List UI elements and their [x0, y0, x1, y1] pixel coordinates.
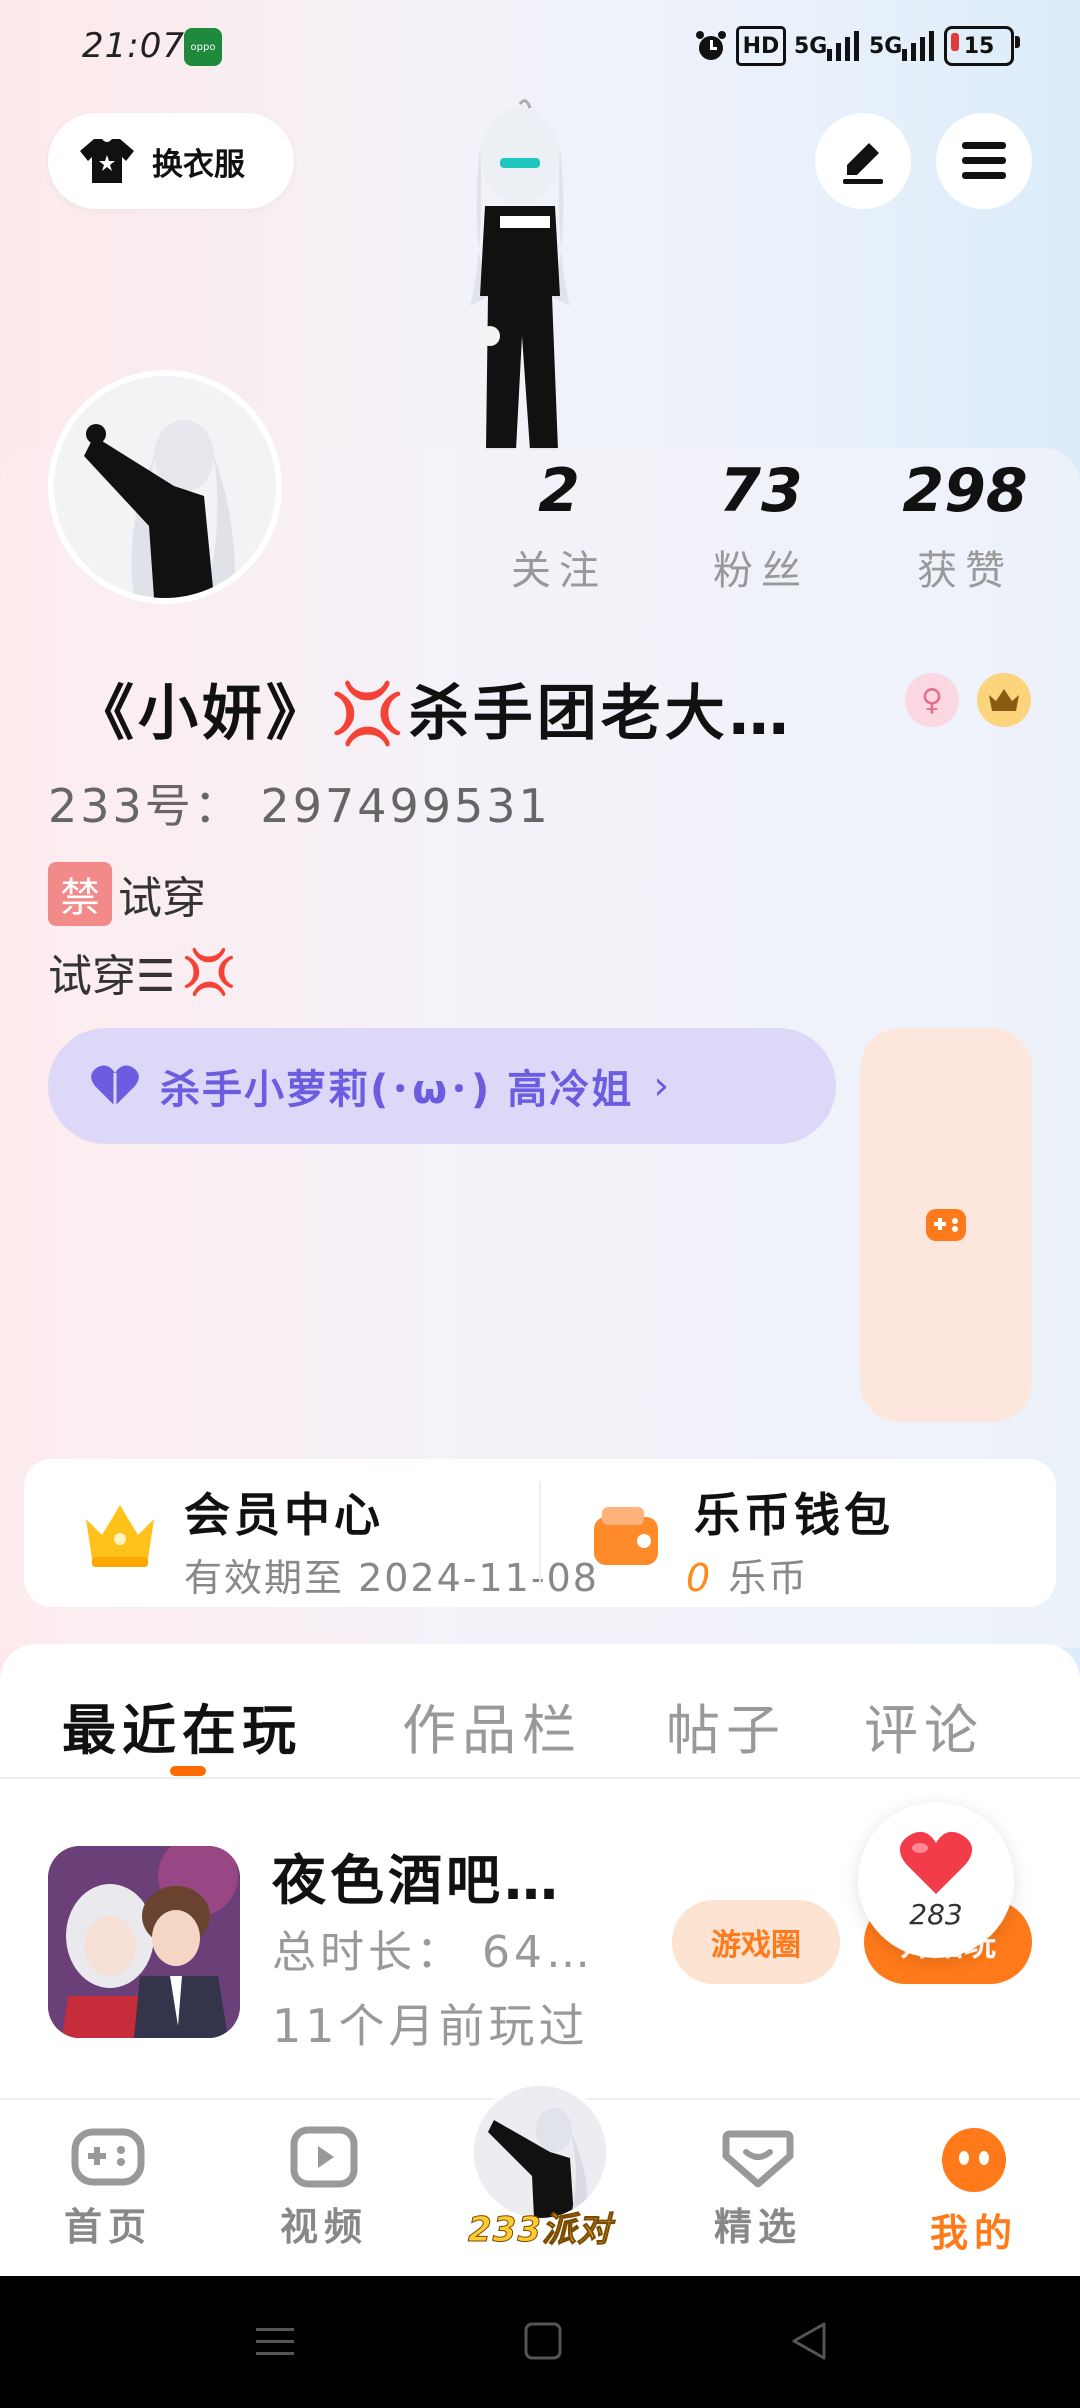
wallet-amount: 0 — [686, 1556, 713, 1600]
stat-likes-value: 298 — [902, 456, 1028, 526]
anger-emoji: 💢 — [330, 679, 409, 749]
tab-recent-play[interactable]: 最近在玩 — [62, 1686, 302, 1765]
change-outfit-button[interactable]: 换衣服 — [48, 113, 294, 209]
game-icon[interactable] — [48, 1846, 240, 2038]
game-last-played: 11个月前玩过 — [272, 1999, 589, 2053]
tab-works[interactable]: 作品栏 — [402, 1686, 582, 1765]
heart-tv-icon — [722, 2130, 794, 2188]
game-side-card[interactable] — [860, 1028, 1032, 1422]
tab-active-indicator — [170, 1766, 206, 1776]
battery-icon: 15 — [944, 26, 1020, 66]
smile-face-icon — [942, 2128, 1006, 2192]
relationship-text: 杀手小萝莉(･ω･) 高冷姐 — [160, 1067, 634, 1113]
bio-line-2-text: 试穿☰ — [48, 951, 176, 1002]
alarm-icon — [694, 29, 728, 63]
tab-bar: 最近在玩 作品栏 帖子 评论 — [0, 1644, 1080, 1779]
nav-home[interactable]: 首页 — [28, 2126, 188, 2251]
chevron-right-icon: › — [653, 1063, 670, 1109]
member-expiry: 有效期至 2024-11-08 — [184, 1556, 599, 1600]
nav-mine-label: 我的 — [929, 2211, 1018, 2255]
back-key-icon[interactable] — [784, 2316, 834, 2366]
tab-divider — [0, 1777, 1080, 1779]
tab-comments[interactable]: 评论 — [864, 1686, 984, 1765]
change-outfit-label: 换衣服 — [152, 146, 245, 183]
gamepad-plus-icon — [926, 1209, 966, 1241]
user-name-part2: 杀手团老大… — [408, 679, 793, 749]
bio-line-1: 禁 试穿 — [48, 862, 206, 926]
wallet-icon — [594, 1507, 658, 1565]
hd-voice-icon: HD — [735, 26, 787, 66]
signal-5g-icon-2: 5G — [869, 29, 936, 63]
status-time: 21:07 — [82, 26, 185, 66]
nav-party-label[interactable]: 233派对 — [440, 2202, 640, 2251]
nav-video[interactable]: 视频 — [244, 2126, 404, 2251]
signal-5g-icon-1: 5G — [794, 29, 861, 63]
recent-apps-icon[interactable] — [250, 2316, 300, 2366]
crown-icon — [989, 689, 1019, 711]
user-id: 233号： 297499531 — [48, 779, 551, 833]
anger-emoji-2: 💢 — [181, 947, 237, 998]
nav-home-label: 首页 — [63, 2205, 152, 2249]
nav-featured-label: 精选 — [713, 2205, 802, 2249]
stat-following-label: 关注 — [511, 548, 607, 594]
gamepad-icon — [71, 2128, 145, 2186]
stat-following[interactable]: 2 关注 — [459, 456, 659, 596]
oppo-app-icon: oppo — [184, 28, 222, 66]
tshirt-icon — [80, 139, 134, 183]
hamburger-icon — [962, 142, 1006, 179]
crown-badge[interactable] — [977, 673, 1031, 727]
divider — [539, 1481, 541, 1585]
game-circle-button[interactable]: 游戏圈 — [672, 1900, 840, 1984]
heart-icon — [899, 1831, 973, 1894]
relationship-banner[interactable]: 杀手小萝莉(･ω･) 高冷姐 › — [48, 1028, 836, 1144]
bio-line-1-text: 试穿 — [118, 873, 206, 924]
female-gender-badge: ♀ — [905, 673, 959, 727]
like-count: 283 — [909, 1898, 963, 1931]
stat-likes-label: 获赞 — [917, 548, 1013, 594]
like-bubble[interactable]: 283 — [858, 1802, 1014, 1958]
stat-following-value: 2 — [538, 456, 580, 526]
wallet-title[interactable]: 乐币钱包 — [694, 1479, 894, 1545]
game-title[interactable]: 夜色酒吧… — [272, 1836, 562, 1915]
menu-button[interactable] — [936, 113, 1032, 209]
tab-posts[interactable]: 帖子 — [666, 1686, 786, 1765]
user-name: 《小妍》💢杀手团老大… — [74, 665, 793, 752]
status-bar: 21:07 oppo HD 5G 5G 15 — [0, 0, 1080, 96]
pencil-icon — [843, 143, 883, 184]
system-navigation-bar — [0, 2276, 1080, 2408]
edit-profile-button[interactable] — [815, 113, 911, 209]
stat-fans-value: 73 — [719, 456, 803, 526]
wallet-unit: 乐币 — [728, 1556, 809, 1600]
party-avatar[interactable] — [470, 2082, 610, 2222]
bio-line-2: 试穿☰ 💢 — [48, 940, 236, 1004]
status-icons: HD 5G 5G 15 — [694, 24, 1020, 68]
home-key-icon[interactable] — [518, 2316, 568, 2366]
prohibited-emoji: 禁 — [48, 862, 112, 926]
avatar-character-figure — [470, 99, 570, 450]
nav-video-label: 视频 — [279, 2205, 368, 2249]
stat-likes[interactable]: 298 获赞 — [865, 456, 1065, 596]
stat-fans[interactable]: 73 粉丝 — [661, 456, 861, 596]
member-center-title[interactable]: 会员中心 — [184, 1479, 384, 1545]
member-wallet-panel: 会员中心 有效期至 2024-11-08 乐币钱包 0 乐币 — [24, 1459, 1056, 1607]
wallet-balance: 0 乐币 — [686, 1547, 808, 1602]
nav-featured[interactable]: 精选 — [678, 2126, 838, 2251]
video-play-icon — [290, 2126, 358, 2188]
crown-icon — [86, 1505, 154, 1567]
user-name-part1: 《小妍》 — [74, 679, 330, 749]
heart-icon — [91, 1065, 139, 1106]
user-avatar[interactable] — [48, 370, 282, 604]
stat-fans-label: 粉丝 — [713, 548, 809, 594]
game-duration: 总时长： 64… — [272, 1927, 594, 1978]
nav-mine[interactable]: 我的 — [894, 2126, 1054, 2257]
